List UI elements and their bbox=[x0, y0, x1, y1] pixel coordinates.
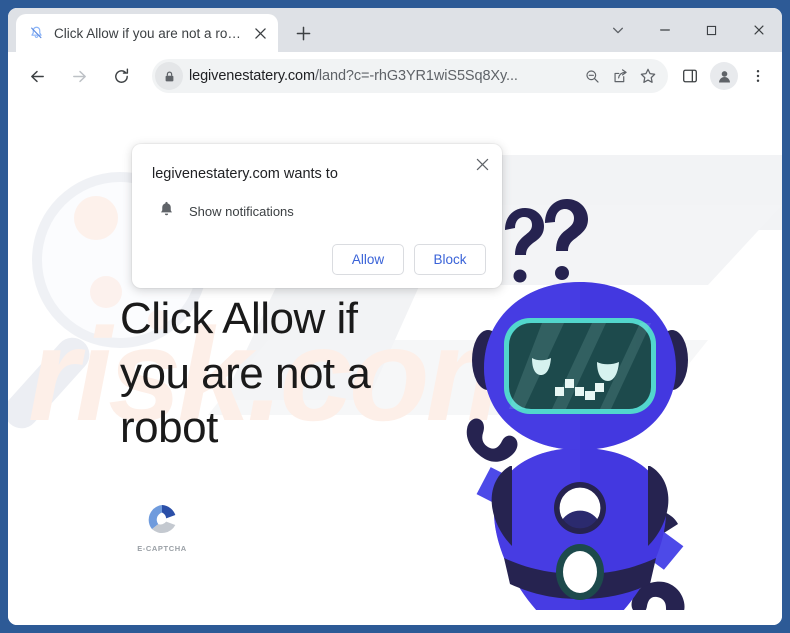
notification-permission-dialog: legivenestatery.com wants to Show notifi… bbox=[132, 144, 502, 288]
url-domain: legivenestatery.com bbox=[189, 68, 315, 84]
more-menu-icon[interactable] bbox=[742, 59, 774, 93]
close-icon[interactable] bbox=[470, 152, 494, 176]
e-captcha-label: E-CAPTCHA bbox=[137, 544, 187, 553]
minimize-icon[interactable] bbox=[641, 8, 688, 52]
block-button[interactable]: Block bbox=[414, 244, 486, 275]
browser-toolbar: legivenestatery.com/land?c=-rhG3YR1wiS5S… bbox=[8, 52, 782, 100]
question-marks-icon bbox=[505, 199, 588, 283]
reload-button[interactable] bbox=[104, 59, 138, 93]
window-frame: Click Allow if you are not a robot legiv… bbox=[0, 0, 790, 633]
dialog-actions: Allow Block bbox=[152, 244, 486, 275]
share-icon[interactable] bbox=[606, 62, 634, 90]
back-button[interactable] bbox=[20, 59, 54, 93]
window-controls bbox=[594, 8, 782, 52]
zoom-out-icon[interactable] bbox=[578, 62, 606, 90]
tab-title: Click Allow if you are not a robot bbox=[54, 25, 242, 41]
browser-tab[interactable]: Click Allow if you are not a robot bbox=[16, 14, 278, 52]
avatar[interactable] bbox=[710, 62, 738, 90]
new-tab-button[interactable] bbox=[288, 18, 318, 48]
chevron-down-icon[interactable] bbox=[594, 8, 641, 52]
close-window-icon[interactable] bbox=[735, 8, 782, 52]
permission-row: Show notifications bbox=[152, 200, 486, 222]
address-bar[interactable]: legivenestatery.com/land?c=-rhG3YR1wiS5S… bbox=[152, 59, 668, 93]
forward-button[interactable] bbox=[62, 59, 96, 93]
bell-slash-icon bbox=[28, 25, 45, 42]
browser-window: Click Allow if you are not a robot legiv… bbox=[8, 8, 782, 625]
page-content: risk.com Click Allow if you are not a ro… bbox=[8, 100, 782, 625]
e-captcha-badge: E-CAPTCHA bbox=[132, 500, 192, 553]
maximize-icon[interactable] bbox=[688, 8, 735, 52]
tab-strip: Click Allow if you are not a robot bbox=[8, 8, 782, 52]
e-captcha-logo bbox=[148, 505, 176, 534]
close-icon[interactable] bbox=[251, 24, 270, 43]
bell-icon bbox=[158, 200, 175, 222]
dialog-title: legivenestatery.com wants to bbox=[152, 166, 338, 182]
url-path: /land?c=-rhG3YR1wiS5Sq8Xy... bbox=[314, 68, 518, 84]
permission-label: Show notifications bbox=[189, 203, 294, 219]
page-title: Click Allow if you are not a robot bbox=[120, 294, 371, 453]
star-icon[interactable] bbox=[634, 62, 662, 90]
lock-icon[interactable] bbox=[155, 62, 183, 90]
url-text: legivenestatery.com/land?c=-rhG3YR1wiS5S… bbox=[189, 68, 578, 84]
side-panel-icon[interactable] bbox=[674, 59, 706, 93]
allow-button[interactable]: Allow bbox=[332, 244, 404, 275]
